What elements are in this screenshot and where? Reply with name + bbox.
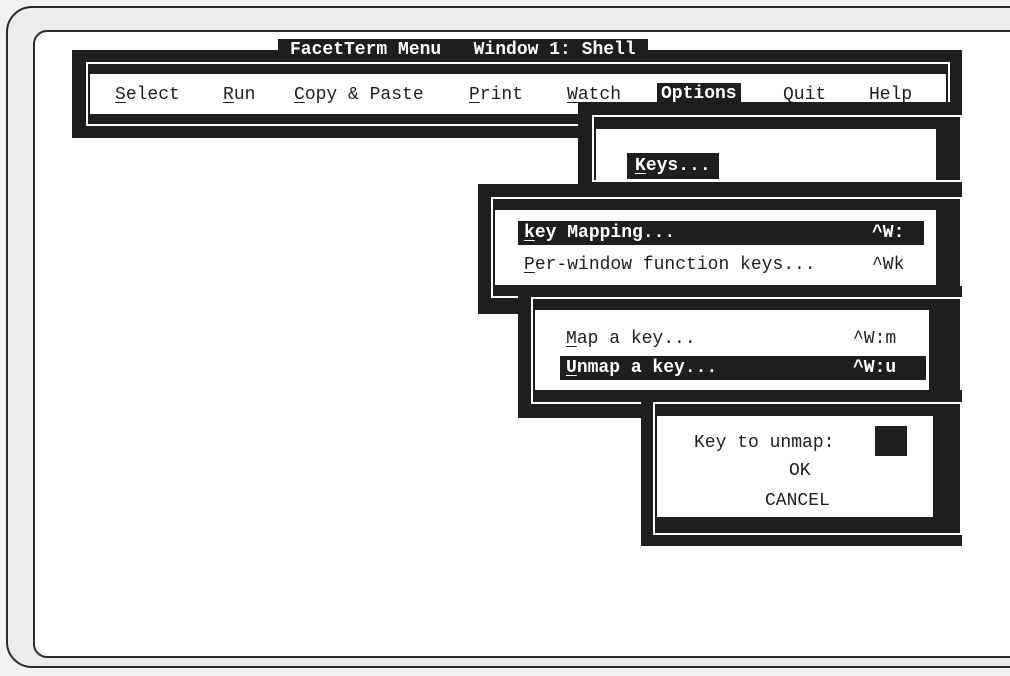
menu-item-per-window-keys[interactable]: Per-window function keys... xyxy=(524,255,816,275)
shortcut-per-window-keys: ^Wk xyxy=(872,255,905,275)
ok-button[interactable]: OK xyxy=(789,461,811,481)
menu-print[interactable]: Print xyxy=(469,85,523,105)
menu-item-map-a-key[interactable]: Map a key... xyxy=(566,329,696,349)
menu-item-keys[interactable]: Keys... xyxy=(627,153,719,179)
menu-copy-paste[interactable]: Copy & Paste xyxy=(294,85,424,105)
options-submenu: Keys... xyxy=(578,102,962,194)
window-title: FacetTerm Menu Window 1: Shell xyxy=(278,39,648,61)
menu-item-key-mapping[interactable]: key Mapping... xyxy=(518,221,924,245)
menu-select[interactable]: Select xyxy=(115,85,180,105)
key-input-field[interactable] xyxy=(875,426,907,456)
shortcut-unmap-a-key: ^W:u xyxy=(853,358,897,378)
shortcut-map-a-key: ^W:m xyxy=(853,329,897,349)
unmap-prompt-label: Key to unmap: xyxy=(694,433,835,453)
unmap-dialog: Key to unmap: OK CANCEL xyxy=(641,390,962,546)
menu-run[interactable]: Run xyxy=(223,85,255,105)
shortcut-key-mapping: ^W: xyxy=(872,223,905,243)
cancel-button[interactable]: CANCEL xyxy=(765,491,830,511)
